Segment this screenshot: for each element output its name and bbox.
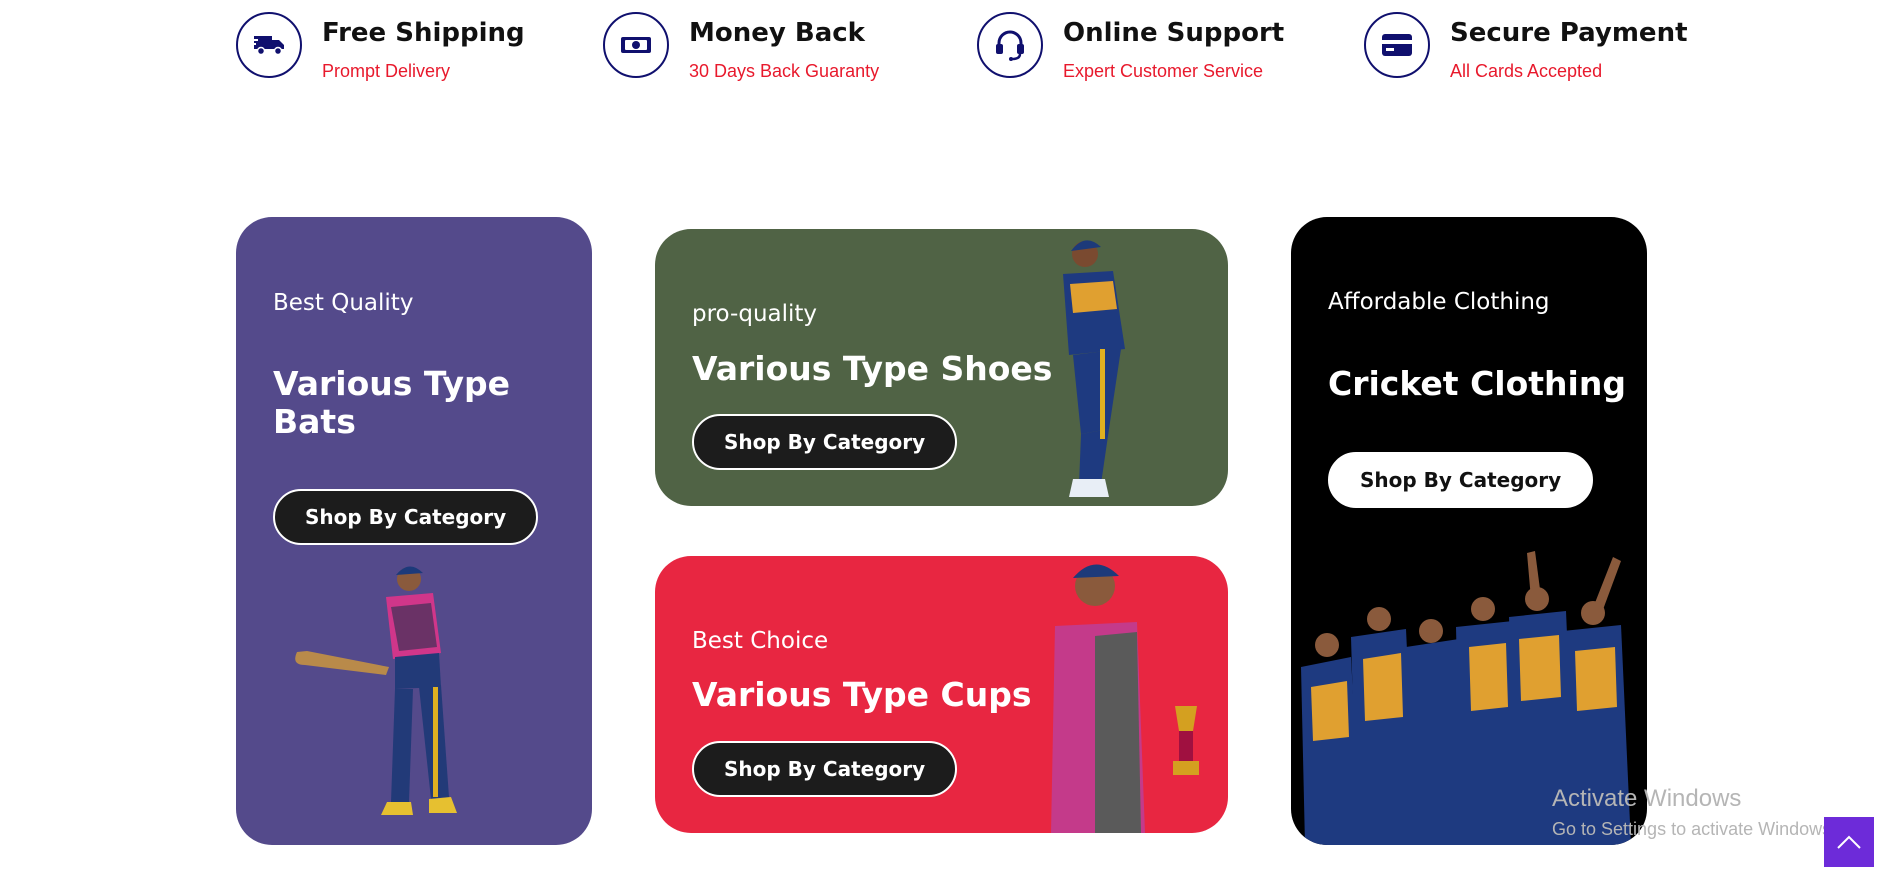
fielder-image	[1063, 240, 1125, 497]
category-card-bats: Best Quality Various Type Bats Shop By C…	[236, 217, 592, 845]
feature-online-support: Online Support Expert Customer Service	[977, 12, 1284, 82]
shop-by-category-button[interactable]: Shop By Category	[1328, 452, 1594, 508]
card-title-line: Bats	[273, 402, 356, 441]
money-icon	[603, 12, 669, 78]
feature-subtitle: Prompt Delivery	[322, 61, 451, 81]
feature-secure-payment: Secure Payment All Cards Accepted	[1364, 12, 1688, 82]
card-kicker: Affordable Clothing	[1328, 289, 1550, 315]
feature-free-shipping: Free Shipping Prompt Delivery	[236, 12, 525, 82]
card-kicker: Best Choice	[692, 628, 829, 654]
feature-subtitle: All Cards Accepted	[1450, 61, 1603, 81]
scroll-to-top-button[interactable]	[1824, 817, 1874, 867]
trophy-player-image	[1051, 564, 1199, 833]
credit-card-icon	[1364, 12, 1430, 78]
shop-by-category-button[interactable]: Shop By Category	[692, 741, 958, 797]
card-title: Various Type Shoes	[692, 349, 1053, 388]
feature-subtitle: 30 Days Back Guaranty	[689, 61, 880, 81]
feature-subtitle: Expert Customer Service	[1063, 61, 1264, 81]
feature-title: Money Back	[689, 18, 865, 48]
card-title: Various Type Bats	[273, 365, 510, 441]
category-card-clothing: Affordable Clothing Cricket Clothing Sho…	[1291, 217, 1647, 845]
headset-icon	[977, 12, 1043, 78]
activate-windows-subtitle: Go to Settings to activate Windows.	[1552, 819, 1837, 839]
truck-icon	[236, 12, 302, 78]
feature-title: Free Shipping	[322, 18, 525, 48]
feature-money-back: Money Back 30 Days Back Guaranty	[603, 12, 879, 82]
card-kicker: pro-quality	[692, 301, 818, 327]
shop-by-category-button[interactable]: Shop By Category	[692, 414, 958, 470]
category-card-shoes: pro-quality Various Type Shoes Shop By C…	[655, 229, 1228, 506]
feature-title: Secure Payment	[1450, 18, 1688, 48]
category-card-cups: Best Choice Various Type Cups Shop By Ca…	[655, 556, 1228, 833]
batsman-image	[295, 566, 457, 815]
shop-by-category-button[interactable]: Shop By Category	[273, 489, 539, 545]
card-title-line: Various Type	[273, 364, 510, 403]
chevron-up-icon	[1837, 835, 1861, 849]
card-title: Various Type Cups	[692, 675, 1032, 714]
feature-title: Online Support	[1063, 18, 1285, 48]
card-title: Cricket Clothing	[1328, 364, 1626, 403]
activate-windows-title: Activate Windows	[1552, 785, 1742, 812]
card-kicker: Best Quality	[273, 290, 414, 316]
